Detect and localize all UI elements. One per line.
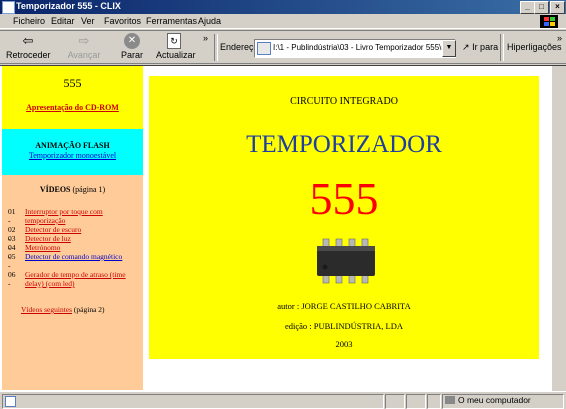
flash-link[interactable]: Temporizador monoestável [2, 151, 143, 160]
vertical-scrollbar[interactable] [552, 66, 566, 391]
links-button[interactable]: Hiperligações [507, 42, 562, 52]
stop-icon: ✕ [124, 33, 140, 49]
zone-label: O meu computador [458, 395, 531, 405]
ic-chip-image [315, 237, 379, 285]
go-icon: ↗ [462, 42, 470, 52]
title-bar: Temporizador 555 - CLIX _ □ × [0, 0, 566, 14]
page-icon [257, 42, 271, 55]
maximize-button[interactable]: □ [534, 1, 549, 14]
video-link-5[interactable]: Detector de comando magnético [25, 252, 137, 261]
video-number: 01 - [8, 207, 16, 225]
menu-ver[interactable]: Ver [81, 16, 95, 26]
forward-button[interactable]: ⇨ Avançar [64, 33, 104, 63]
toolbar-more-chevron[interactable]: » [203, 33, 208, 43]
video-link-1[interactable]: Interruptor por toque com temporização [25, 207, 137, 225]
links-chevron[interactable]: » [557, 33, 562, 43]
window-title: Temporizador 555 - CLIX [16, 1, 121, 11]
videos-section: VÍDEOS (página 1) 01 - Interruptor por t… [2, 175, 143, 390]
title-panel: CIRCUITO INTEGRADO TEMPORIZADOR 555 auto… [149, 76, 539, 359]
address-value: I:\1 - Publindústria\03 - Livro Temporiz… [273, 43, 451, 52]
sidebar-header: 555 Apresentação do CD-ROM [2, 66, 143, 129]
address-input[interactable]: I:\1 - Publindústria\03 - Livro Temporiz… [254, 39, 456, 58]
video-number: 06 - [8, 270, 16, 288]
windows-logo-icon [540, 15, 558, 28]
back-arrow-icon: ⇦ [22, 33, 34, 48]
address-dropdown-button[interactable]: ▼ [442, 40, 456, 57]
year-line: 2003 [335, 339, 353, 349]
author-line: autor : JORGE CASTILHO CABRITA [277, 301, 411, 311]
minimize-button[interactable]: _ [520, 1, 535, 14]
refresh-icon: ↻ [167, 33, 181, 49]
back-label: Retroceder [6, 50, 51, 60]
next-videos-page: (página 2) [73, 305, 105, 314]
menu-ajuda[interactable]: Ajuda [198, 16, 221, 26]
status-cell [385, 394, 405, 409]
status-bar: O meu computador [0, 391, 566, 409]
close-button[interactable]: × [550, 1, 565, 14]
toolbar-separator [500, 34, 504, 61]
next-videos-link[interactable]: Vídeos seguintes [21, 305, 72, 314]
videos-title: VÍDEOS [39, 185, 71, 194]
status-cell [406, 394, 426, 409]
sidebar-frame: 555 Apresentação do CD-ROM ANIMAÇÃO FLAS… [2, 66, 143, 390]
status-cell [427, 394, 441, 409]
toolbar-separator [214, 34, 218, 61]
subtitle: CIRCUITO INTEGRADO [290, 96, 398, 107]
forward-arrow-icon: ⇨ [78, 33, 90, 48]
menu-ficheiro[interactable]: Ficheiro [13, 16, 45, 26]
go-button[interactable]: ↗ Ir para [462, 42, 498, 53]
status-message [2, 394, 384, 409]
page-status-icon [5, 396, 16, 407]
presentation-link[interactable]: Apresentação do CD-ROM [2, 103, 143, 112]
forward-label: Avançar [67, 50, 101, 60]
stop-label: Parar [120, 50, 143, 60]
publisher-line: edição : PUBLINDÚSTRIA, LDA [284, 321, 404, 331]
videos-heading: VÍDEOS (página 1) [2, 185, 143, 194]
computer-icon [445, 396, 455, 404]
stop-button[interactable]: ✕ Parar [120, 33, 144, 63]
flash-title: ANIMAÇÃO FLASH [35, 141, 110, 150]
refresh-button[interactable]: ↻ Actualizar [156, 33, 196, 63]
title-number: 555 [309, 173, 379, 224]
menu-ferramentas[interactable]: Ferramentas [146, 16, 197, 26]
video-link-6[interactable]: Gerador de tempo de atraso (time delay) … [25, 270, 137, 288]
zone-indicator: O meu computador [442, 394, 564, 409]
video-link-4[interactable]: Metrónomo [25, 243, 137, 252]
refresh-label: Actualizar [156, 50, 196, 60]
video-link-2[interactable]: Detector de escuro [25, 225, 137, 234]
menu-favoritos[interactable]: Favoritos [104, 16, 141, 26]
flash-section: ANIMAÇÃO FLASH Temporizador monoestável [2, 129, 143, 175]
go-label: Ir para [472, 42, 499, 52]
menu-bar: Ficheiro Editar Ver Favoritos Ferramenta… [0, 14, 566, 29]
address-label: Endereço [220, 42, 259, 52]
sidebar-number: 555 [63, 76, 82, 90]
videos-page: (página 1) [72, 185, 106, 194]
next-videos: Vídeos seguintes (página 2) [21, 305, 105, 314]
video-number: 05 - [8, 252, 16, 270]
toolbar: ⇦ Retroceder ⇨ Avançar ✕ Parar ↻ Actuali… [0, 30, 566, 64]
browser-icon [2, 1, 15, 14]
menu-editar[interactable]: Editar [51, 16, 75, 26]
video-link-3[interactable]: Detector de luz [25, 234, 137, 243]
page-title: TEMPORIZADOR [246, 131, 442, 158]
back-button[interactable]: ⇦ Retroceder [6, 33, 51, 63]
